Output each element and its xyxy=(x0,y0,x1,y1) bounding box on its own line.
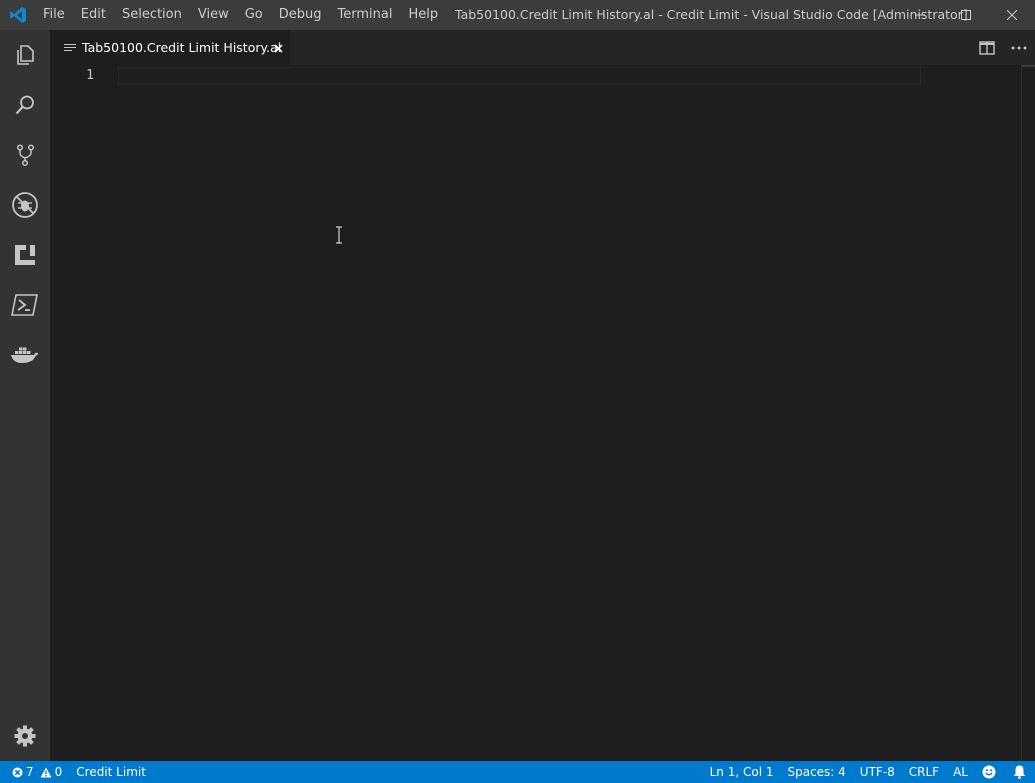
more-actions-button[interactable] xyxy=(1003,30,1035,65)
vscode-logo-icon xyxy=(0,0,35,30)
menu-help[interactable]: Help xyxy=(400,0,446,30)
menu-debug[interactable]: Debug xyxy=(271,0,330,30)
editor-tab-bar: Tab50100.Credit Limit History.al xyxy=(50,30,1035,65)
feedback-smiley-icon[interactable] xyxy=(975,761,1006,783)
tab-label: Tab50100.Credit Limit History.al xyxy=(82,40,282,55)
vertical-scrollbar[interactable] xyxy=(1021,65,1035,761)
maximize-button[interactable] xyxy=(943,0,989,30)
close-icon xyxy=(1007,10,1017,20)
debug-icon[interactable] xyxy=(0,180,50,230)
source-control-icon[interactable] xyxy=(0,130,50,180)
code-editor[interactable]: 1 xyxy=(50,65,1035,761)
ibeam-cursor-icon xyxy=(336,226,342,244)
minimize-button[interactable] xyxy=(897,0,943,30)
settings-gear-icon[interactable] xyxy=(0,711,50,761)
warning-count: 0 xyxy=(54,765,63,779)
end-of-line[interactable]: CRLF xyxy=(902,761,946,783)
window-controls xyxy=(897,0,1035,30)
file-lines-icon xyxy=(64,42,76,54)
menu-bar: File Edit Selection View Go Debug Termin… xyxy=(35,0,446,30)
activity-bar xyxy=(0,30,50,761)
warning-icon xyxy=(40,767,52,777)
menu-view[interactable]: View xyxy=(190,0,237,30)
error-count: 7 xyxy=(26,765,34,779)
menu-edit[interactable]: Edit xyxy=(73,0,114,30)
project-name[interactable]: Credit Limit xyxy=(69,761,153,783)
search-icon[interactable] xyxy=(0,80,50,130)
problems-indicator[interactable]: 7 0 xyxy=(8,761,69,783)
line-number: 1 xyxy=(86,68,94,83)
error-icon xyxy=(12,767,23,777)
notifications-bell-icon[interactable] xyxy=(1006,761,1035,783)
split-editor-button[interactable] xyxy=(971,30,1003,65)
split-editor-icon xyxy=(979,40,995,55)
window-title: Tab50100.Credit Limit History.al - Credi… xyxy=(455,7,968,22)
minimize-icon xyxy=(915,14,925,16)
cursor-position[interactable]: Ln 1, Col 1 xyxy=(703,761,781,783)
powershell-icon[interactable] xyxy=(0,280,50,330)
title-bar: File Edit Selection View Go Debug Termin… xyxy=(0,0,1035,30)
menu-file[interactable]: File xyxy=(35,0,73,30)
ellipsis-icon xyxy=(1011,46,1027,49)
docker-icon[interactable] xyxy=(0,330,50,380)
close-icon xyxy=(273,43,283,53)
close-window-button[interactable] xyxy=(989,0,1035,30)
close-tab-button[interactable] xyxy=(270,40,286,56)
encoding[interactable]: UTF-8 xyxy=(853,761,902,783)
editor-actions xyxy=(971,30,1035,65)
language-mode[interactable]: AL xyxy=(946,761,975,783)
scrollbar-marker xyxy=(1021,65,1035,67)
indentation[interactable]: Spaces: 4 xyxy=(780,761,852,783)
current-line-highlight xyxy=(118,67,921,85)
explorer-icon[interactable] xyxy=(0,30,50,80)
menu-terminal[interactable]: Terminal xyxy=(330,0,401,30)
tab-credit-limit-history[interactable]: Tab50100.Credit Limit History.al xyxy=(50,30,290,65)
maximize-icon xyxy=(961,10,971,20)
extensions-icon[interactable] xyxy=(0,230,50,280)
status-bar: 7 0 Credit Limit Ln 1, Col 1 Spaces: 4 U… xyxy=(0,761,1035,783)
menu-selection[interactable]: Selection xyxy=(114,0,190,30)
menu-go[interactable]: Go xyxy=(237,0,271,30)
